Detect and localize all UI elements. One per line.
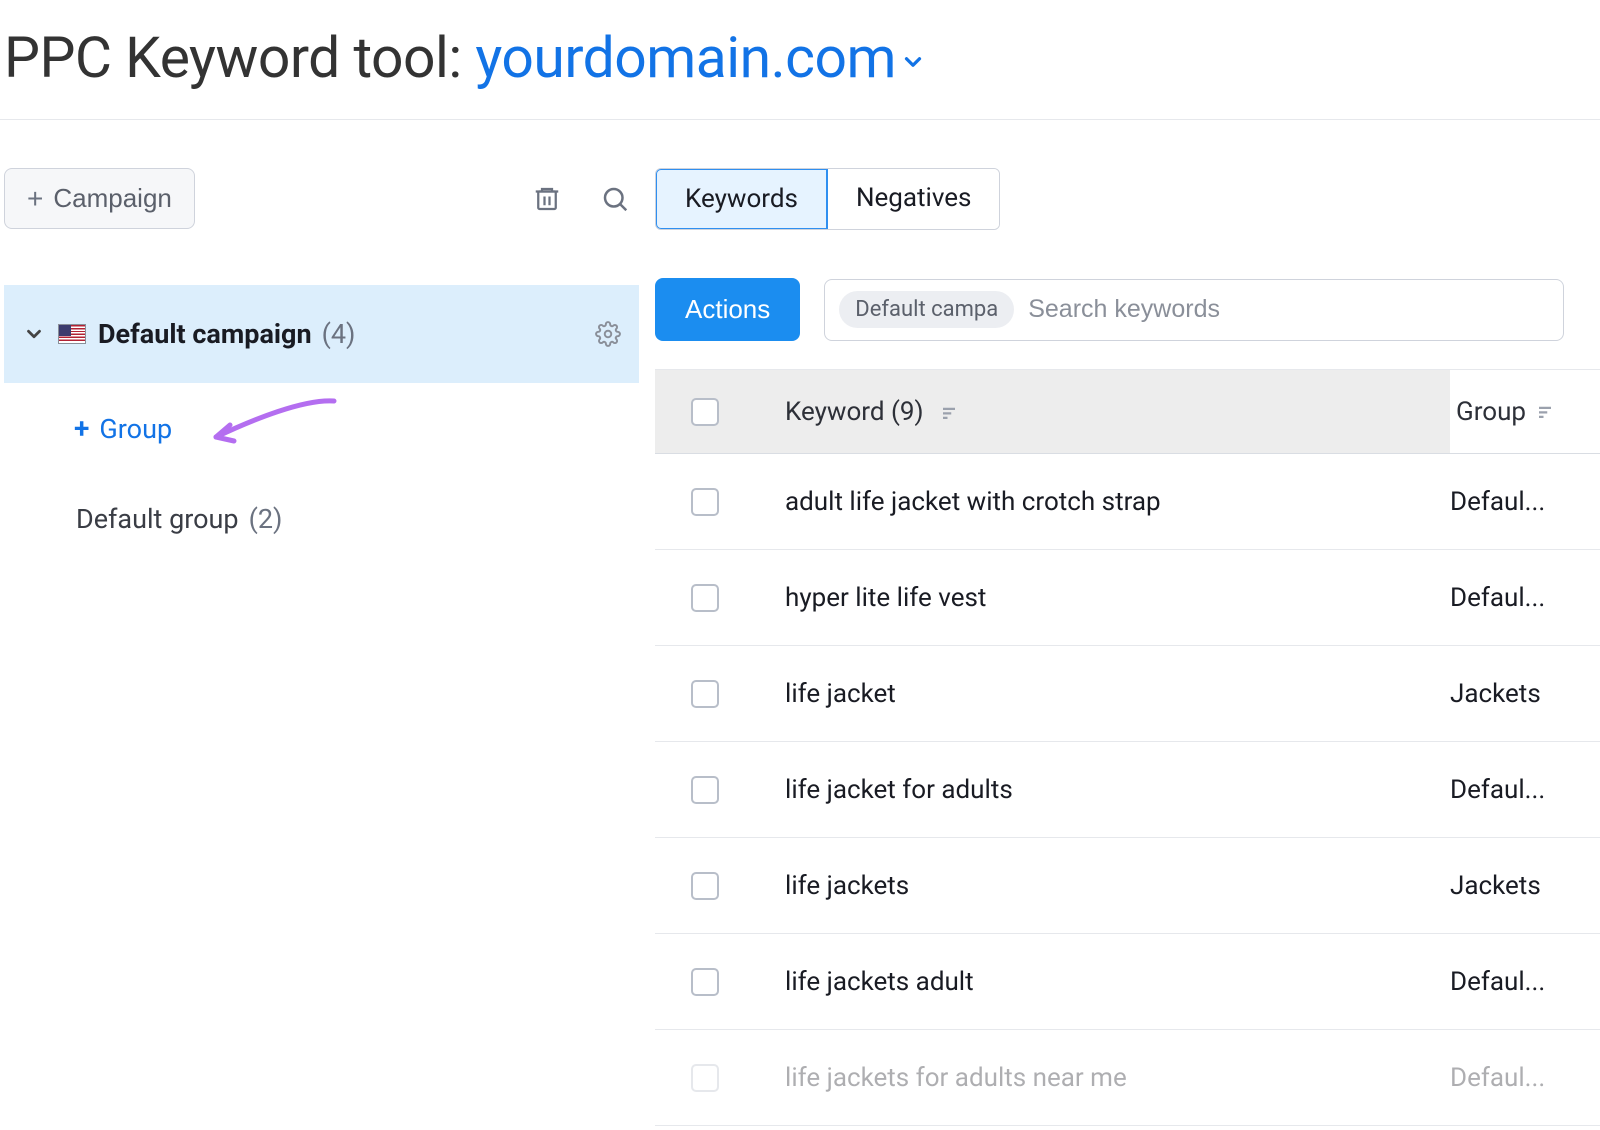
cell-group: Jackets bbox=[1450, 871, 1600, 901]
cell-group: Defaul... bbox=[1450, 487, 1600, 517]
sort-icon bbox=[1536, 403, 1554, 421]
gear-icon bbox=[595, 321, 621, 347]
plus-icon: + bbox=[27, 185, 43, 213]
row-checkbox[interactable] bbox=[691, 488, 719, 516]
cell-group: Defaul... bbox=[1450, 775, 1600, 805]
search-input[interactable] bbox=[1028, 295, 1549, 324]
trash-icon bbox=[532, 184, 562, 214]
keyword-table: Keyword (9) Group adult life jacket with… bbox=[655, 369, 1600, 1126]
row-checkbox[interactable] bbox=[691, 968, 719, 996]
cell-keyword: life jacket bbox=[755, 679, 1450, 709]
cell-keyword: life jackets for adults near me bbox=[755, 1063, 1450, 1093]
tab-keywords[interactable]: Keywords bbox=[655, 168, 828, 230]
trash-button[interactable] bbox=[523, 175, 571, 223]
search-button[interactable] bbox=[591, 175, 639, 223]
search-icon bbox=[600, 184, 630, 214]
campaign-count: (4) bbox=[322, 318, 356, 350]
annotation-arrow-icon bbox=[204, 389, 344, 453]
table-row[interactable]: life jackets for adults near me Defaul..… bbox=[655, 1030, 1600, 1126]
add-group-label: Group bbox=[99, 413, 172, 445]
chevron-down-icon bbox=[23, 323, 45, 345]
table-row[interactable]: hyper lite life vest Defaul... bbox=[655, 550, 1600, 646]
filter-chip[interactable]: Default campa bbox=[839, 291, 1014, 328]
cell-group: Jackets bbox=[1450, 679, 1600, 709]
select-all-checkbox[interactable] bbox=[691, 398, 719, 426]
add-campaign-label: Campaign bbox=[53, 183, 172, 214]
row-checkbox[interactable] bbox=[691, 872, 719, 900]
cell-keyword: life jacket for adults bbox=[755, 775, 1450, 805]
main-content: Keywords Negatives Actions Default campa… bbox=[655, 168, 1600, 1126]
campaign-name: Default campaign bbox=[98, 318, 312, 350]
table-row[interactable]: adult life jacket with crotch strap Defa… bbox=[655, 454, 1600, 550]
collapse-toggle[interactable] bbox=[14, 323, 54, 345]
page-title: PPC Keyword tool: yourdomain.com bbox=[4, 24, 1600, 91]
cell-group: Defaul... bbox=[1450, 583, 1600, 613]
row-checkbox[interactable] bbox=[691, 584, 719, 612]
actions-button[interactable]: Actions bbox=[655, 278, 800, 341]
table-row[interactable]: life jacket for adults Defaul... bbox=[655, 742, 1600, 838]
table-header: Keyword (9) Group bbox=[655, 370, 1600, 454]
domain-selector[interactable]: yourdomain.com bbox=[475, 24, 926, 91]
group-name: Default group bbox=[76, 503, 239, 535]
sidebar: + Campaign Default campaign (4) + bbox=[0, 168, 655, 1126]
tabs: Keywords Negatives bbox=[655, 168, 1000, 230]
add-campaign-button[interactable]: + Campaign bbox=[4, 168, 195, 229]
campaign-settings-button[interactable] bbox=[595, 321, 621, 347]
sort-icon bbox=[940, 404, 958, 422]
cell-keyword: life jackets adult bbox=[755, 967, 1450, 997]
sidebar-campaign-row[interactable]: Default campaign (4) bbox=[4, 285, 639, 383]
plus-icon: + bbox=[74, 415, 89, 443]
row-checkbox[interactable] bbox=[691, 776, 719, 804]
cell-group: Defaul... bbox=[1450, 1063, 1600, 1093]
cell-keyword: adult life jacket with crotch strap bbox=[755, 487, 1450, 517]
group-count: (2) bbox=[249, 503, 283, 535]
column-keyword[interactable]: Keyword (9) bbox=[755, 397, 1450, 427]
cell-keyword: life jackets bbox=[755, 871, 1450, 901]
sidebar-group-row[interactable]: Default group (2) bbox=[4, 475, 639, 563]
row-checkbox[interactable] bbox=[691, 1064, 719, 1092]
chevron-down-icon bbox=[900, 49, 926, 75]
table-row[interactable]: life jackets adult Defaul... bbox=[655, 934, 1600, 1030]
search-wrap[interactable]: Default campa bbox=[824, 279, 1564, 341]
row-checkbox[interactable] bbox=[691, 680, 719, 708]
title-prefix: PPC Keyword tool: bbox=[4, 24, 475, 91]
tab-negatives[interactable]: Negatives bbox=[827, 169, 1000, 229]
us-flag-icon bbox=[58, 324, 86, 344]
table-row[interactable]: life jackets Jackets bbox=[655, 838, 1600, 934]
cell-group: Defaul... bbox=[1450, 967, 1600, 997]
cell-keyword: hyper lite life vest bbox=[755, 583, 1450, 613]
table-row[interactable]: life jacket Jackets bbox=[655, 646, 1600, 742]
add-group-button[interactable]: + Group bbox=[4, 383, 639, 475]
column-group[interactable]: Group bbox=[1450, 370, 1600, 453]
